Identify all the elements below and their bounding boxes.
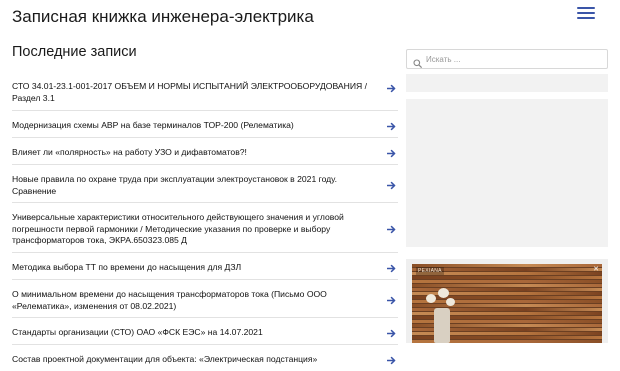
post-item[interactable]: Модернизация схемы АВР на базе терминало… bbox=[12, 110, 398, 137]
arrow-right-icon[interactable] bbox=[387, 329, 396, 338]
post-title[interactable]: СТО 34.01-23.1-001-2017 ОБЪЕМ И НОРМЫ ИС… bbox=[12, 81, 367, 103]
arrow-right-icon[interactable] bbox=[387, 84, 396, 93]
post-item[interactable]: Новые правила по охране труда при эксплу… bbox=[12, 164, 398, 202]
blind-slat bbox=[412, 284, 602, 287]
arrow-right-icon[interactable] bbox=[387, 225, 396, 234]
blind-slat bbox=[412, 300, 602, 303]
arrow-right-icon[interactable] bbox=[387, 264, 396, 273]
flower-image bbox=[426, 294, 436, 303]
hamburger-menu-icon[interactable] bbox=[577, 7, 595, 21]
arrow-right-icon[interactable] bbox=[387, 181, 396, 190]
arrow-right-icon[interactable] bbox=[387, 296, 396, 305]
flower-image bbox=[438, 288, 449, 298]
site-title[interactable]: Записная книжка инженера-электрика bbox=[12, 7, 314, 27]
search-input[interactable] bbox=[426, 52, 601, 66]
post-title[interactable]: Стандарты организации (СТО) ОАО «ФСК ЕЭС… bbox=[12, 327, 263, 337]
post-item[interactable]: Влияет ли «полярность» на работу УЗО и д… bbox=[12, 137, 398, 164]
post-title[interactable]: Новые правила по охране труда при эксплу… bbox=[12, 174, 337, 196]
close-icon[interactable]: ✕ bbox=[592, 266, 600, 274]
promo-badge: PEXIANA bbox=[416, 267, 444, 275]
promo-banner[interactable]: PEXIANA ✕ bbox=[406, 259, 608, 343]
post-item[interactable]: Состав проектной документации для объект… bbox=[12, 344, 398, 371]
post-item[interactable]: Универсальные характеристики относительн… bbox=[12, 202, 398, 252]
post-title[interactable]: Методика выбора ТТ по времени до насыщен… bbox=[12, 262, 241, 272]
recent-posts-list: СТО 34.01-23.1-001-2017 ОБЪЕМ И НОРМЫ ИС… bbox=[12, 72, 398, 371]
blind-slat bbox=[412, 276, 602, 279]
arrow-right-icon[interactable] bbox=[387, 122, 396, 131]
blind-slat bbox=[412, 304, 602, 307]
arrow-right-icon[interactable] bbox=[387, 149, 396, 158]
blind-slat bbox=[412, 280, 602, 283]
vase-image bbox=[434, 308, 450, 343]
post-title[interactable]: Универсальные характеристики относительн… bbox=[12, 212, 344, 245]
post-item[interactable]: О минимальном времени до насыщения транс… bbox=[12, 279, 398, 317]
post-title[interactable]: Влияет ли «полярность» на работу УЗО и д… bbox=[12, 147, 247, 157]
post-item[interactable]: Методика выбора ТТ по времени до насыщен… bbox=[12, 252, 398, 279]
post-title[interactable]: Модернизация схемы АВР на базе терминало… bbox=[12, 120, 294, 130]
search-icon[interactable] bbox=[413, 55, 422, 73]
arrow-right-icon[interactable] bbox=[387, 356, 396, 365]
post-title[interactable]: О минимальном времени до насыщения транс… bbox=[12, 289, 327, 311]
post-title[interactable]: Состав проектной документации для объект… bbox=[12, 354, 317, 364]
post-item[interactable]: Стандарты организации (СТО) ОАО «ФСК ЕЭС… bbox=[12, 317, 398, 344]
post-item[interactable]: СТО 34.01-23.1-001-2017 ОБЪЕМ И НОРМЫ ИС… bbox=[12, 72, 398, 110]
ad-placeholder bbox=[406, 74, 608, 92]
ad-placeholder bbox=[406, 99, 608, 247]
promo-image[interactable]: PEXIANA ✕ bbox=[412, 264, 602, 343]
section-title: Последние записи bbox=[12, 44, 137, 60]
search-box[interactable] bbox=[406, 49, 608, 69]
flower-image bbox=[446, 298, 455, 306]
site-header: Записная книжка инженера-электрика bbox=[0, 0, 620, 36]
